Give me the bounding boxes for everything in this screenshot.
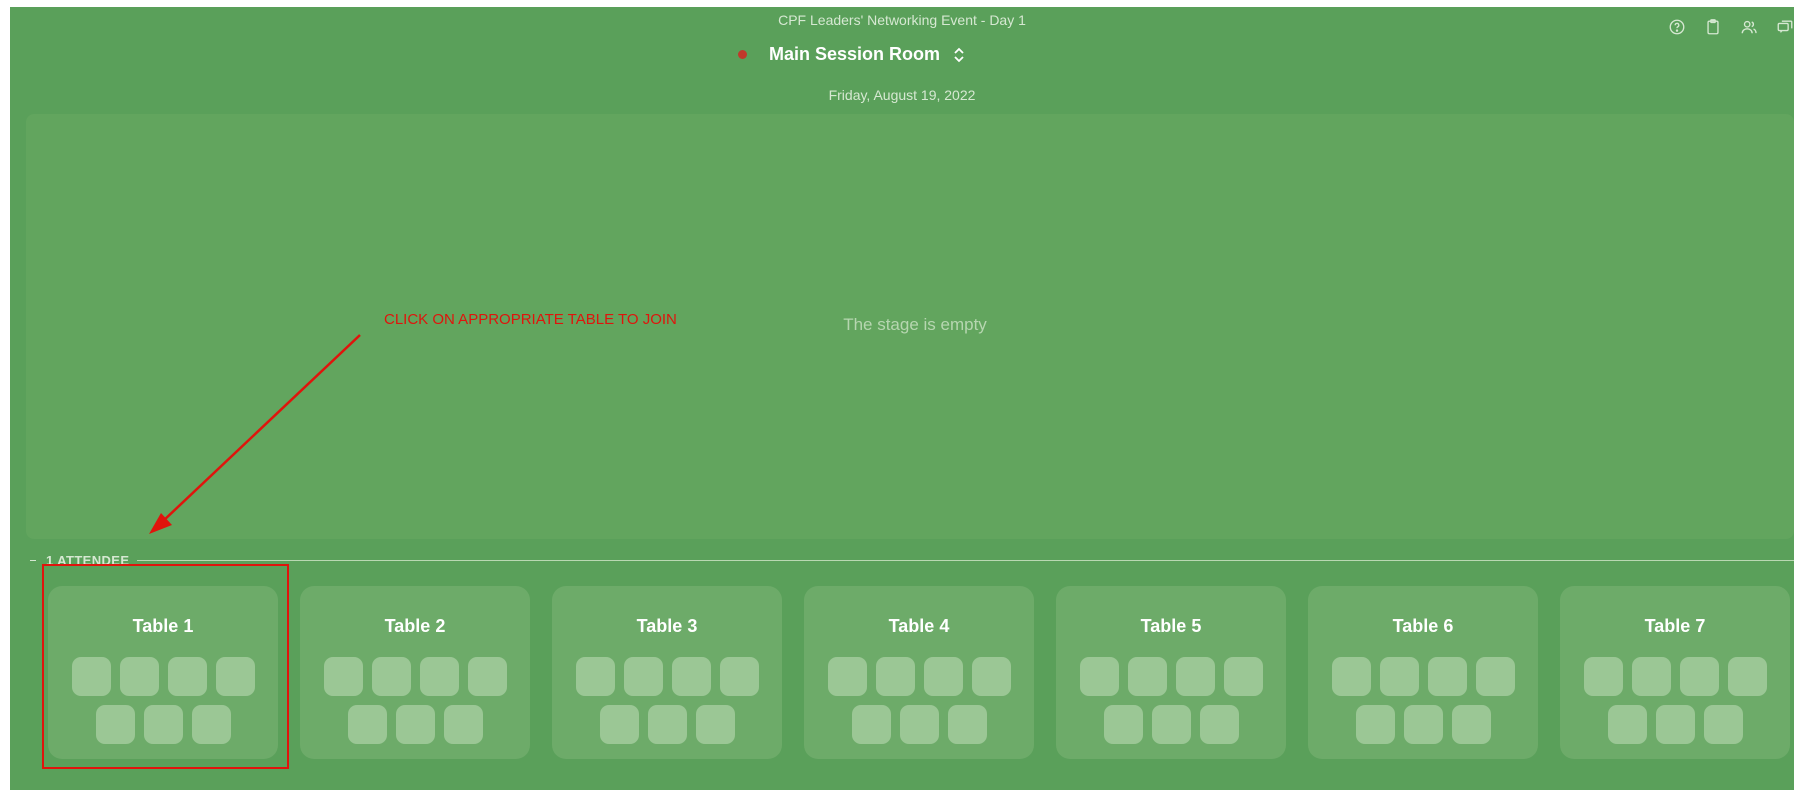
seat[interactable] [371,657,411,696]
table-card-7[interactable]: Table 7 [1560,586,1790,759]
seat-row [804,705,1034,744]
table-name: Table 5 [1140,616,1202,636]
seat[interactable] [575,657,615,696]
seat[interactable] [947,705,987,744]
table-name: Table 7 [1644,616,1706,636]
seat[interactable] [719,657,759,696]
seat-row [300,705,530,744]
seat[interactable] [1607,705,1647,744]
seat[interactable] [899,705,939,744]
seat[interactable] [1079,657,1119,696]
seat-row [552,657,782,696]
seat[interactable] [1427,657,1467,696]
seat[interactable] [443,705,483,744]
seat[interactable] [347,705,387,744]
divider-dash [30,559,36,561]
event-app: CPF Leaders' Networking Event - Day 1 Ma… [10,7,1794,790]
attendee-divider: 1 ATTENDEE [30,550,1794,570]
seat[interactable] [647,705,687,744]
seat[interactable] [1175,657,1215,696]
seat[interactable] [827,657,867,696]
seat[interactable] [1703,705,1743,744]
seat[interactable] [851,705,891,744]
seat-row [300,657,530,696]
tables-list: Table 1 Table 2 Table 3 Table 4 Table 5 … [48,586,1794,762]
seat[interactable] [1403,705,1443,744]
seat-row [1056,657,1286,696]
seat[interactable] [1631,657,1671,696]
seat[interactable] [971,657,1011,696]
seat-row [1308,705,1538,744]
seat[interactable] [1103,705,1143,744]
seat-row [552,705,782,744]
seat[interactable] [1355,705,1395,744]
seat[interactable] [1379,657,1419,696]
seat[interactable] [1331,657,1371,696]
table-card-3[interactable]: Table 3 [552,586,782,759]
table-name: Table 6 [1392,616,1454,636]
table-card-4[interactable]: Table 4 [804,586,1034,759]
seat[interactable] [419,657,459,696]
seat-row [1560,657,1790,696]
seat[interactable] [467,657,507,696]
seat-row [1308,657,1538,696]
seat[interactable] [1727,657,1767,696]
seat[interactable] [323,657,363,696]
seat-row [804,657,1034,696]
seat[interactable] [1199,705,1239,744]
seat[interactable] [695,705,735,744]
seat[interactable] [671,657,711,696]
table-card-6[interactable]: Table 6 [1308,586,1538,759]
seat[interactable] [1475,657,1515,696]
seat[interactable] [1223,657,1263,696]
seat[interactable] [1127,657,1167,696]
seat[interactable] [875,657,915,696]
table-card-2[interactable]: Table 2 [300,586,530,759]
seat-row [1560,705,1790,744]
table-card-5[interactable]: Table 5 [1056,586,1286,759]
seat[interactable] [1583,657,1623,696]
seat[interactable] [1451,705,1491,744]
seat[interactable] [1151,705,1191,744]
table-name: Table 2 [384,616,446,636]
seat[interactable] [599,705,639,744]
seat[interactable] [1679,657,1719,696]
seat[interactable] [395,705,435,744]
table-name: Table 4 [888,616,950,636]
annotation-highlight-box [42,564,289,769]
divider-line [137,559,1794,561]
table-name: Table 3 [636,616,698,636]
seat[interactable] [623,657,663,696]
seat[interactable] [923,657,963,696]
seat-row [1056,705,1286,744]
seat[interactable] [1655,705,1695,744]
